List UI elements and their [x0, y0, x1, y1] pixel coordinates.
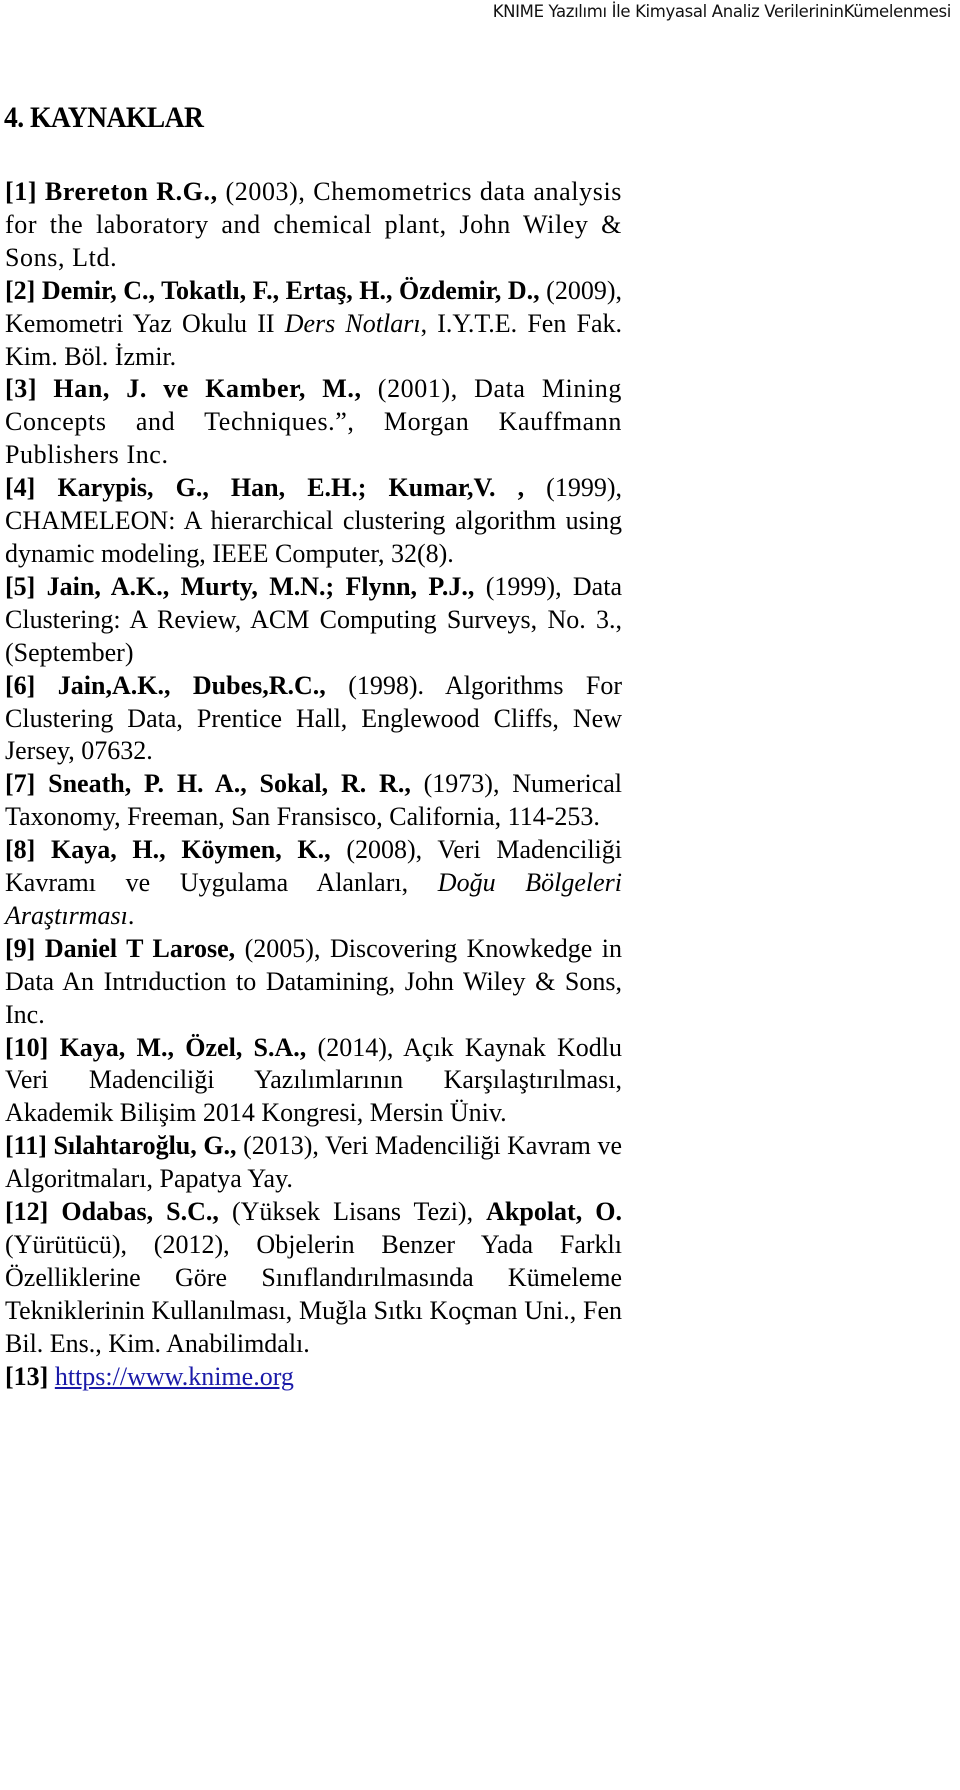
reference-item: [13] https://www.knime.org	[5, 1361, 622, 1394]
reference-authors: Han, J. ve Kamber, M.,	[53, 374, 362, 404]
reference-authors: Kaya, M., Özel, S.A.,	[59, 1032, 307, 1062]
reference-list: [1] Brereton R.G., (2003), Chemometrics …	[5, 176, 622, 1394]
reference-number: [4]	[5, 473, 36, 503]
reference-authors: Demir, C., Tokatlı, F., Ertaş, H., Özdem…	[41, 275, 540, 305]
reference-item: [3] Han, J. ve Kamber, M., (2001), Data …	[5, 373, 622, 472]
reference-italic: Ders Notları	[284, 308, 421, 338]
reference-number: [5]	[5, 571, 36, 601]
running-header: KNIME Yazılımı İle Kimyasal Analiz Veril…	[492, 2, 952, 21]
reference-item: [2] Demir, C., Tokatlı, F., Ertaş, H., Ö…	[5, 275, 622, 374]
reference-authors: Kaya, H., Köymen, K.,	[51, 835, 331, 865]
reference-item: [6] Jain,A.K., Dubes,R.C., (1998). Algor…	[5, 670, 622, 769]
reference-authors: Jain, A.K., Murty, M.N.; Flynn, P.J.,	[46, 571, 475, 601]
reference-text: (Yüksek Lisans Tezi),	[218, 1197, 487, 1227]
reference-authors: Brereton R.G.,	[44, 177, 218, 206]
reference-number: [10]	[5, 1032, 49, 1062]
reference-number: [13]	[5, 1361, 49, 1391]
reference-item: [12] Odabas, S.C., (Yüksek Lisans Tezi),…	[5, 1196, 622, 1361]
reference-text: (Yürütücü), (2012), Objelerin Benzer Yad…	[5, 1230, 622, 1358]
reference-item: [8] Kaya, H., Köymen, K., (2008), Veri M…	[5, 834, 622, 933]
reference-authors: Sneath, P. H. A., Sokal, R. R.,	[48, 769, 411, 799]
reference-item: [11] Sılahtaroğlu, G., (2013), Veri Made…	[5, 1130, 622, 1196]
reference-authors: Jain,A.K., Dubes,R.C.,	[57, 670, 326, 700]
reference-number: [8]	[5, 835, 36, 865]
reference-number: [12]	[5, 1197, 49, 1227]
reference-number: [6]	[5, 670, 36, 700]
reference-authors: Karypis, G., Han, E.H.; Kumar,V. ,	[57, 473, 525, 503]
section-title: 4. KAYNAKLAR	[4, 101, 204, 134]
reference-number: [11]	[5, 1131, 47, 1161]
reference-item: [5] Jain, A.K., Murty, M.N.; Flynn, P.J.…	[5, 571, 622, 670]
reference-item: [9] Daniel T Larose, (2005), Discovering…	[5, 933, 622, 1032]
reference-item: [4] Karypis, G., Han, E.H.; Kumar,V. , (…	[5, 472, 622, 571]
reference-authors: Daniel T Larose,	[44, 933, 236, 963]
reference-text: .	[127, 900, 135, 930]
reference-authors: Odabas, S.C.,	[61, 1197, 219, 1227]
reference-number: [2]	[5, 275, 36, 305]
reference-authors: Sılahtaroğlu, G.,	[53, 1131, 237, 1161]
reference-number: [3]	[5, 374, 38, 404]
reference-authors: Akpolat, O.	[486, 1197, 622, 1227]
reference-item: [7] Sneath, P. H. A., Sokal, R. R., (197…	[5, 768, 622, 834]
knime-link[interactable]: https://www.knime.org	[55, 1362, 294, 1391]
reference-number: [7]	[5, 769, 36, 799]
reference-item: [1] Brereton R.G., (2003), Chemometrics …	[5, 176, 622, 275]
reference-item: [10] Kaya, M., Özel, S.A., (2014), Açık …	[5, 1032, 622, 1131]
reference-number: [1]	[5, 177, 38, 206]
reference-number: [9]	[5, 933, 36, 963]
